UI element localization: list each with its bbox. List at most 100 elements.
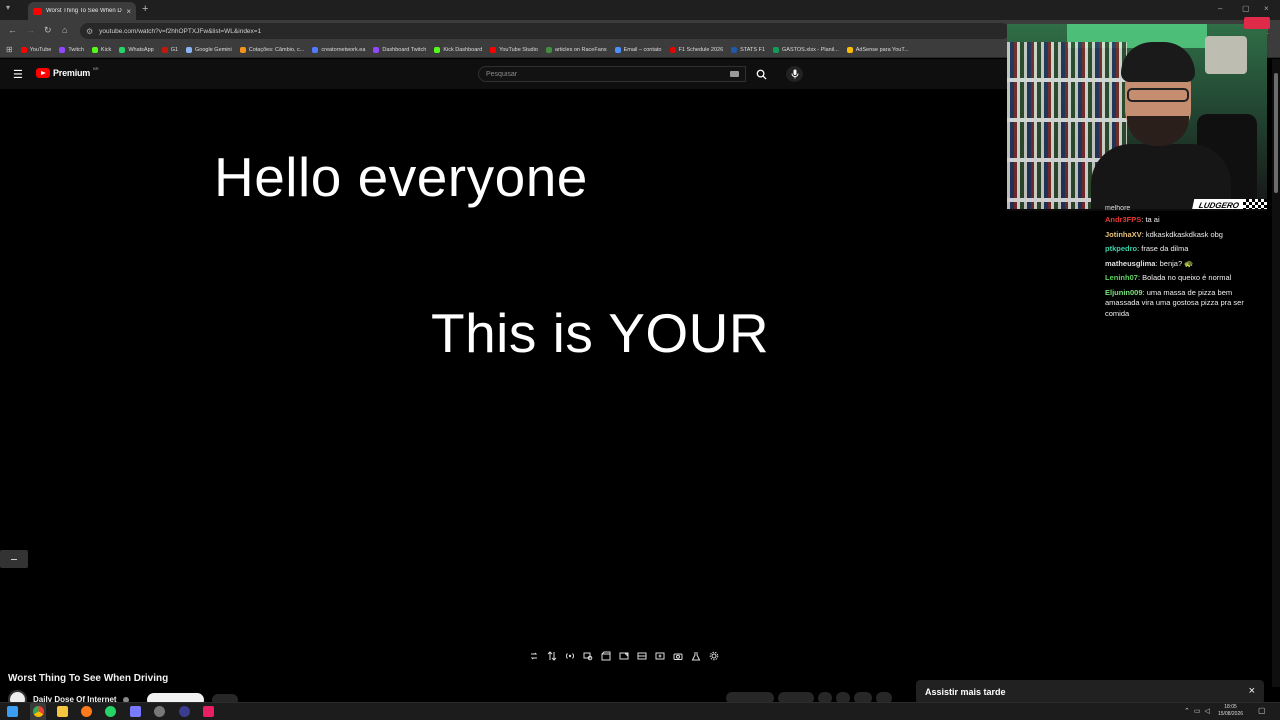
maximize-icon[interactable]: ▢ xyxy=(1242,4,1250,13)
discord-icon[interactable] xyxy=(130,706,141,717)
chat-username[interactable]: Leninh07 xyxy=(1105,273,1138,282)
bookmark-item[interactable]: WhatsApp xyxy=(119,46,154,53)
bookmark-item[interactable]: F1 Schedule 2026 xyxy=(669,46,723,53)
video-player[interactable]: Hello everyone This is YOUR ▬▬ xyxy=(0,89,1010,645)
reload-icon[interactable]: ↻ xyxy=(44,25,52,36)
youtube-play-icon xyxy=(36,68,50,78)
chat-username[interactable]: ptkpedro xyxy=(1105,244,1137,253)
loop-icon[interactable] xyxy=(528,650,540,662)
windows-taskbar: ⌃ ▭ ◁ 18:05 15/08/2026 ▢ xyxy=(0,702,1280,720)
scrollbar-thumb[interactable] xyxy=(1274,73,1278,193)
whatsapp-icon[interactable] xyxy=(105,706,116,717)
bookmark-item[interactable]: Twitch xyxy=(59,46,84,53)
back-icon[interactable]: ← xyxy=(8,25,17,35)
apps-icon[interactable]: ⊞ xyxy=(6,45,13,54)
chat-message: Leninh07: Bolada no queixo é normal xyxy=(1105,273,1265,284)
bookmark-label: AdSense para YouT... xyxy=(855,46,909,53)
clapperboard-icon[interactable] xyxy=(600,650,612,662)
youtube-logo[interactable]: Premium BR xyxy=(36,66,99,78)
tab-close-icon[interactable]: × xyxy=(126,7,131,16)
bookmark-item[interactable]: G1 xyxy=(161,46,179,53)
live-indicator xyxy=(1244,17,1270,29)
chat-text: ta ai xyxy=(1145,215,1160,224)
bookmark-item[interactable]: Cotações: Câmbio, c... xyxy=(239,46,305,53)
bookmark-label: YouTube xyxy=(29,46,52,53)
notifications-icon[interactable]: ▢ xyxy=(1258,706,1266,715)
sort-icon[interactable] xyxy=(546,650,558,662)
hamburger-menu-icon[interactable]: ☰ xyxy=(13,68,23,81)
steam-icon[interactable] xyxy=(179,706,190,717)
browser-tab-strip: ▾ Worst Thing To See When Driving × + – … xyxy=(0,0,1280,20)
bookmark-label: Cotações: Câmbio, c... xyxy=(248,46,305,53)
bookmark-label: STATS F1 xyxy=(740,46,766,53)
url-field[interactable]: ⚙ youtube.com/watch?v=f2hhOPTXJFw&list=W… xyxy=(80,23,1010,39)
layers-icon[interactable] xyxy=(636,650,648,662)
page-scrollbar[interactable] xyxy=(1272,59,1280,687)
stream-chat: melhore Andr3FPS: ta ai JotinhaXV: kdkask… xyxy=(1105,205,1265,323)
bookmark-item[interactable]: articles on RaceFans xyxy=(545,46,607,53)
bookmark-label: G1 xyxy=(170,46,179,53)
search-input[interactable] xyxy=(486,70,716,78)
tray-chevron-icon[interactable]: ⌃ xyxy=(1184,707,1190,715)
network-icon[interactable]: ▭ xyxy=(1194,707,1201,715)
volume-icon[interactable]: ◁ xyxy=(1205,707,1210,715)
bookmark-item[interactable]: GASTOS.xlsx - Planil... xyxy=(773,46,839,53)
taskbar-clock[interactable]: 18:05 15/08/2026 xyxy=(1218,704,1243,718)
forward-icon[interactable]: → xyxy=(26,25,35,35)
streamer-glasses xyxy=(1127,88,1189,102)
settings-gear-icon[interactable] xyxy=(708,650,720,662)
site-info-icon[interactable]: ⚙ xyxy=(86,27,93,36)
voice-search-button[interactable] xyxy=(786,66,803,82)
aspect-ratio-icon[interactable] xyxy=(618,650,630,662)
flask-icon[interactable] xyxy=(690,650,702,662)
chat-username[interactable]: Eljunin009 xyxy=(1105,288,1143,297)
bookmark-favicon-icon xyxy=(239,46,246,53)
chat-text: benja? 🐢 xyxy=(1159,258,1194,268)
picture-in-picture-badge[interactable]: ▬▬ xyxy=(0,550,28,568)
home-icon[interactable]: ⌂ xyxy=(62,25,67,35)
bookmark-item[interactable]: STATS F1 xyxy=(731,46,766,53)
bookmark-item[interactable]: AdSense para YouT... xyxy=(846,46,909,53)
toast-close-icon[interactable]: × xyxy=(1249,685,1255,697)
browser-tab-active[interactable]: Worst Thing To See When Driving × xyxy=(28,2,136,20)
obs-icon[interactable] xyxy=(154,706,165,717)
search-icon xyxy=(756,69,767,80)
file-explorer-icon[interactable] xyxy=(57,706,68,717)
chat-partial-line: melhore xyxy=(1105,205,1131,212)
new-tab-icon[interactable]: + xyxy=(142,3,148,15)
bookmark-item[interactable]: YouTube xyxy=(20,46,52,53)
bookmark-item[interactable]: Email – contato xyxy=(614,46,662,53)
app-icon[interactable] xyxy=(203,706,214,717)
bookmark-item[interactable]: creatornetwork.ea xyxy=(312,46,365,53)
minimize-icon[interactable]: – xyxy=(1218,4,1222,13)
search-button[interactable] xyxy=(746,66,776,82)
firefox-icon[interactable] xyxy=(81,706,92,717)
chat-message: JotinhaXV: kdkaskdkaskdkask obg xyxy=(1105,230,1265,241)
bookmark-item[interactable]: Google Gemini xyxy=(186,46,232,53)
add-to-queue-icon[interactable] xyxy=(654,650,666,662)
chrome-icon[interactable] xyxy=(33,706,44,717)
windows-start-icon[interactable] xyxy=(7,706,18,717)
bookmark-favicon-icon xyxy=(20,46,27,53)
keyboard-icon[interactable] xyxy=(730,71,739,77)
bookmark-item[interactable]: YouTube Studio xyxy=(490,46,538,53)
system-tray: ⌃ ▭ ◁ xyxy=(1184,707,1210,715)
window-close-icon[interactable]: × xyxy=(1264,4,1269,13)
bookmark-label: Kick xyxy=(100,46,112,53)
bookmark-favicon-icon xyxy=(731,46,738,53)
chat-message: Andr3FPS: ta ai xyxy=(1105,215,1265,226)
bookmark-item[interactable]: Kick Dashboard xyxy=(434,46,483,53)
bookmark-item[interactable]: Kick xyxy=(91,46,112,53)
bookmark-label: Kick Dashboard xyxy=(443,46,483,53)
tab-title: Worst Thing To See When Driving xyxy=(46,8,122,14)
bookmark-item[interactable]: Dashboard Twitch xyxy=(373,46,426,53)
camera-icon[interactable] xyxy=(672,650,684,662)
chat-message: matheusglima: benja? 🐢 xyxy=(1105,259,1265,270)
screenshot-search-icon[interactable] xyxy=(582,650,594,662)
chat-username[interactable]: Andr3FPS xyxy=(1105,215,1141,224)
watch-later-toast: Assistir mais tarde × xyxy=(916,680,1264,704)
chat-username[interactable]: matheusglima xyxy=(1105,259,1155,268)
chat-username[interactable]: JotinhaXV xyxy=(1105,230,1142,239)
broadcast-icon[interactable] xyxy=(564,650,576,662)
tab-search-icon[interactable]: ▾ xyxy=(6,3,10,12)
